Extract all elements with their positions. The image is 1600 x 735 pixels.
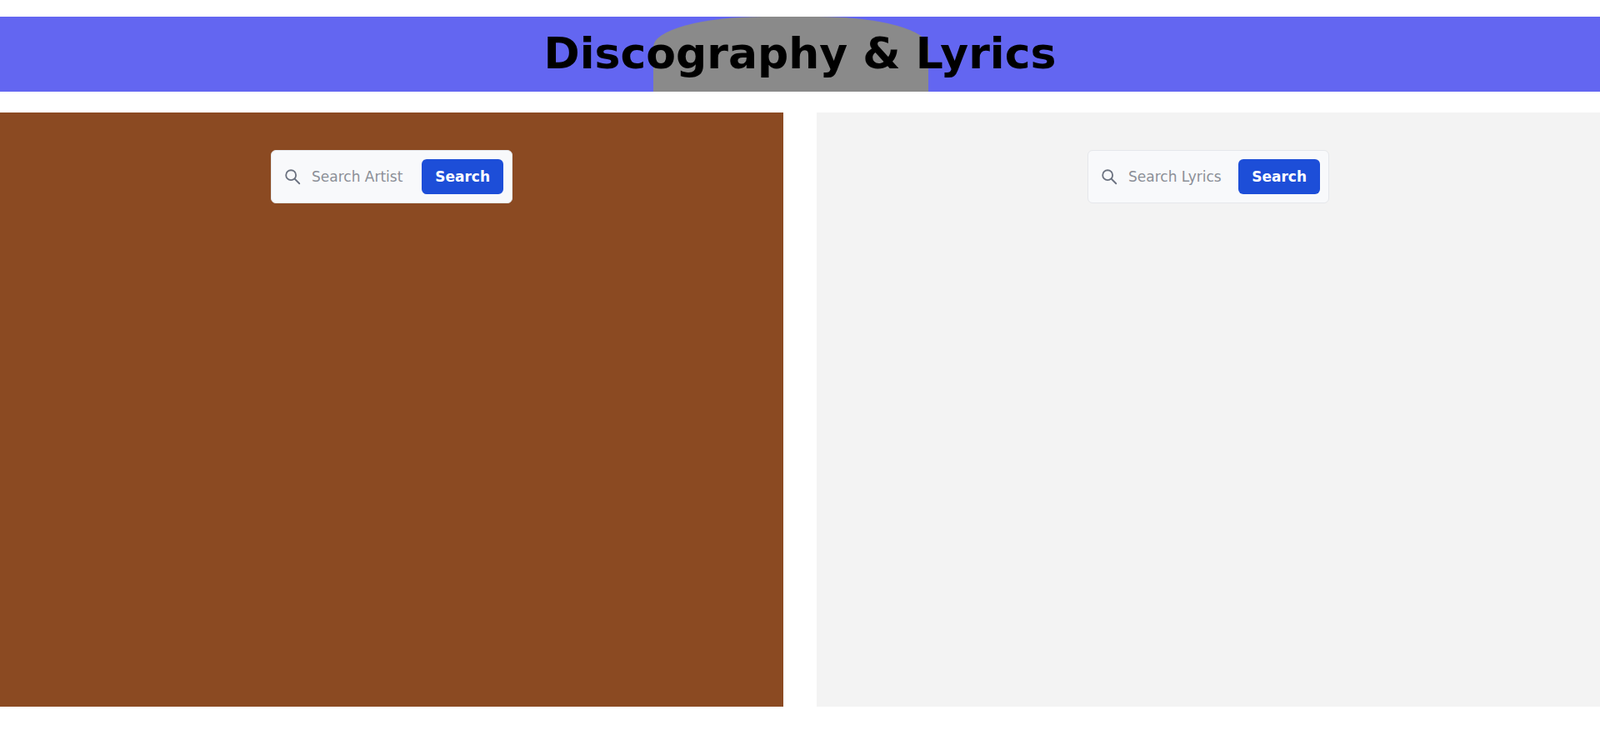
search-input[interactable] [310, 167, 414, 186]
search-box: Search [270, 150, 513, 204]
panels: Search Search [0, 112, 1600, 707]
search-button[interactable]: Search [421, 159, 504, 195]
page: Discography & Lyrics Search Search [0, 0, 1600, 735]
magnifier-icon [283, 167, 302, 186]
page-title: Discography & Lyrics [544, 25, 1057, 83]
artist-panel: Search [0, 112, 784, 707]
lyrics-panel: Search [816, 112, 1600, 707]
search-button[interactable]: Search [1238, 159, 1320, 195]
magnifier-icon [1100, 167, 1119, 186]
search-input[interactable] [1126, 167, 1230, 186]
search-box: Search [1087, 150, 1330, 204]
header-bar: Discography & Lyrics [0, 16, 1600, 92]
